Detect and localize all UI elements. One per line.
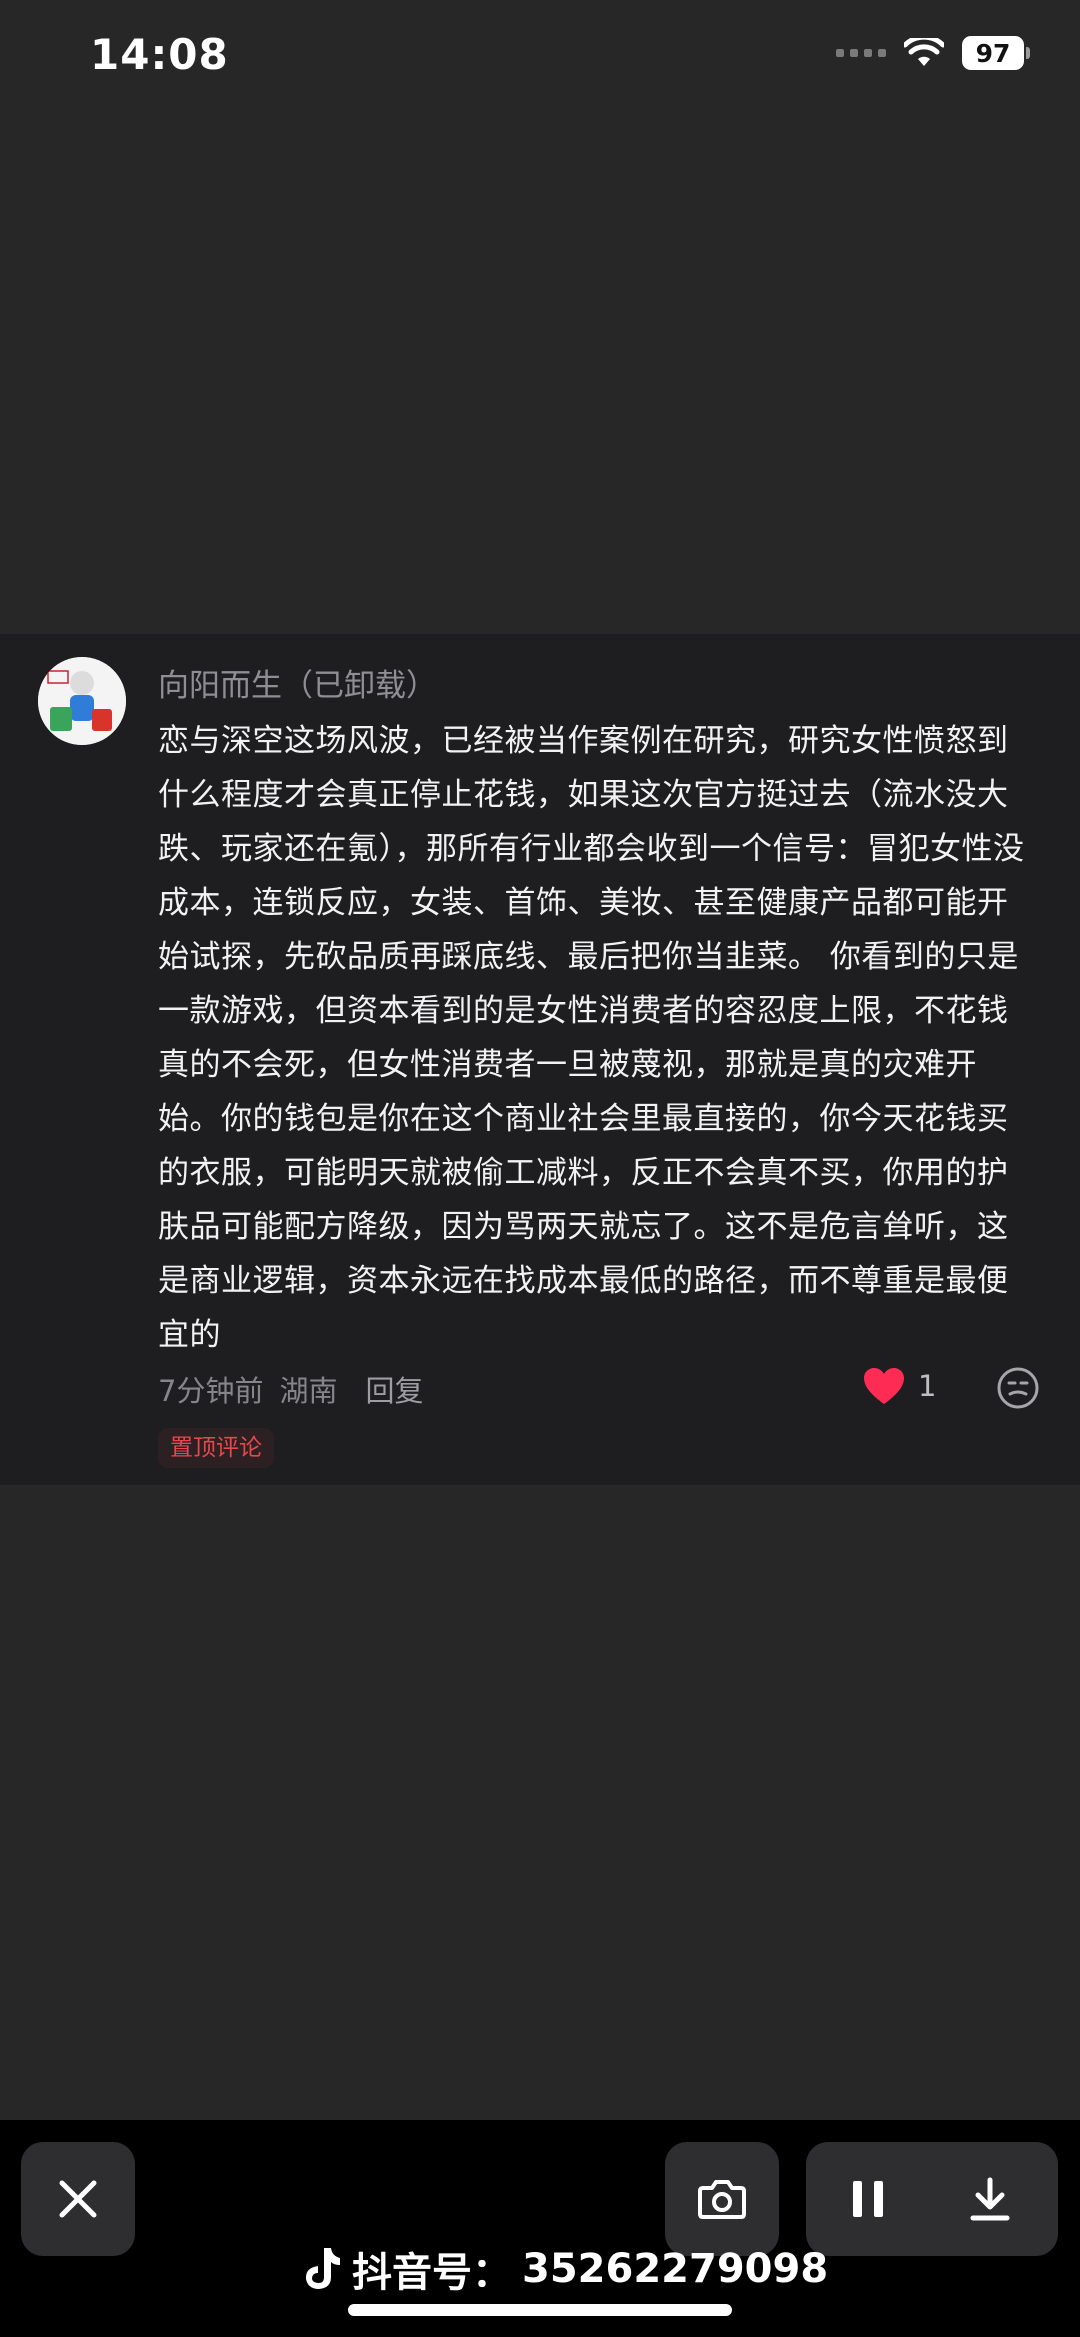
playback-controls xyxy=(806,2142,1058,2256)
like-button[interactable]: 1 xyxy=(862,1366,936,1406)
comment-meta: 7分钟前 湖南 回复 xyxy=(158,1368,423,1410)
comment-author[interactable]: 向阳而生（已卸载） xyxy=(158,660,437,705)
download-icon xyxy=(970,2177,1010,2221)
avatar-image xyxy=(38,657,126,745)
camera-icon xyxy=(698,2180,746,2219)
download-button[interactable] xyxy=(966,2175,1014,2223)
cellular-signal-icon xyxy=(836,49,886,57)
emoji-icon[interactable] xyxy=(996,1366,1040,1410)
wifi-icon xyxy=(904,38,944,66)
comment-card: 向阳而生（已卸载） 恋与深空这场风波，已经被当作案例在研究，研究女性愤怒到什么程… xyxy=(0,634,1080,1485)
watermark-id: 35262279098 xyxy=(522,2246,829,2292)
close-button[interactable] xyxy=(21,2142,135,2256)
watermark-label: 抖音号： xyxy=(352,2250,512,2296)
like-count: 1 xyxy=(918,1369,937,1403)
screenshot-button[interactable] xyxy=(665,2142,779,2256)
home-indicator[interactable] xyxy=(348,2304,732,2316)
pause-button[interactable] xyxy=(846,2177,890,2221)
battery-indicator: 97 xyxy=(962,36,1030,70)
douyin-watermark: 抖音号： 35262279098 xyxy=(300,2240,828,2298)
status-bar: 14:08 97 xyxy=(0,0,1080,120)
bottom-control-bar: 抖音号： 35262279098 xyxy=(0,2120,1080,2337)
comment-text: 恋与深空这场风波，已经被当作案例在研究，研究女性愤怒到什么程度才会真正停止花钱，… xyxy=(158,723,1025,1353)
status-indicators: 97 xyxy=(836,36,1030,70)
comment-time: 7分钟前 xyxy=(158,1374,264,1408)
reply-button[interactable]: 回复 xyxy=(365,1368,423,1410)
heart-icon xyxy=(864,1368,904,1404)
tiktok-logo-icon xyxy=(305,2248,340,2289)
status-time: 14:08 xyxy=(90,30,229,79)
pinned-badge: 置顶评论 xyxy=(158,1428,274,1468)
close-icon xyxy=(59,2180,97,2218)
avatar[interactable] xyxy=(38,657,126,745)
comment-location: 湖南 xyxy=(279,1374,338,1408)
pause-icon xyxy=(853,2181,883,2217)
